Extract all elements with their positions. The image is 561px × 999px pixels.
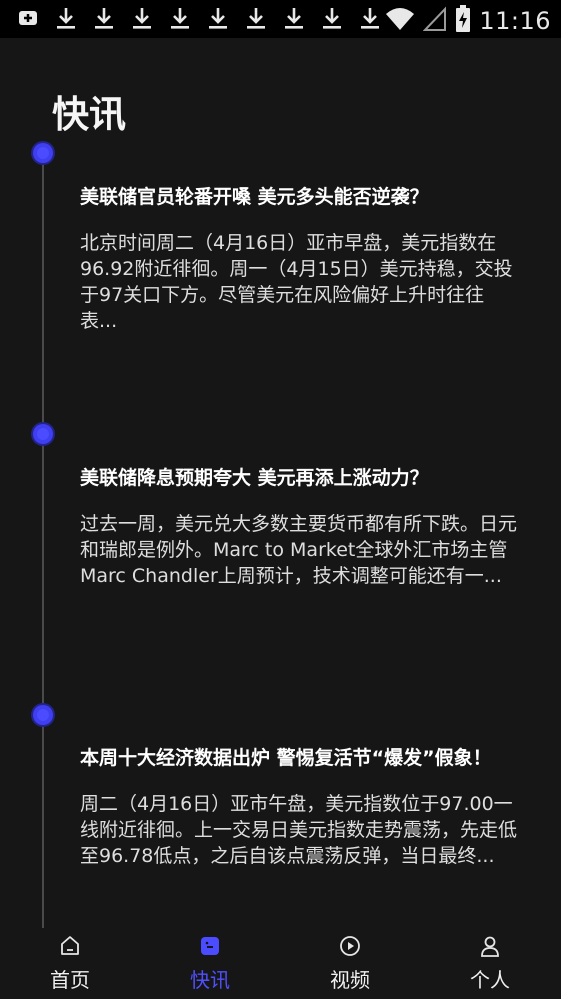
news-title[interactable]: 美联储降息预期夸大 美元再添上涨动力？ [80,465,520,491]
download-icon [92,6,116,30]
battery-charging-icon [455,5,471,37]
download-icon [168,6,192,30]
download-icon [130,6,154,30]
download-icon [320,6,344,30]
nav-label: 视频 [330,968,370,992]
wifi-icon [385,6,415,36]
nav-item-home[interactable]: 首页 [0,928,140,999]
news-item[interactable]: 本周十大经济数据出炉 警惕复活节“爆发”假象！ 周二（4月16日）亚市午盘，美元… [80,745,520,869]
news-summary: 北京时间周二（4月16日）亚市早盘，美元指数在96.92附近徘徊。周一（4月15… [80,232,513,332]
news-summary: 周二（4月16日）亚市午盘，美元指数位于97.00一线附近徘徊。上一交易日美元指… [80,793,518,867]
timeline-dot [33,705,53,725]
status-bar: 11:16 [0,0,561,38]
clock: 11:16 [479,7,551,35]
download-icon [282,6,306,30]
nav-label: 首页 [50,968,90,992]
nav-item-video[interactable]: 视频 [280,928,420,999]
download-icon [358,6,382,30]
download-icon [206,6,230,30]
play-icon [338,934,362,958]
nav-label: 个人 [470,968,510,992]
news-summary: 过去一周，美元兑大多数主要货币都有所下跌。日元和瑞郎是例外。Marc to Ma… [80,513,518,587]
news-item[interactable]: 美联储官员轮番开嗓 美元多头能否逆袭？ 北京时间周二（4月16日）亚市早盘，美元… [80,184,520,334]
bottom-nav: 首页 快讯 视频 个人 [0,928,561,999]
timeline-dot [33,143,53,163]
person-icon [478,934,502,958]
nav-label: 快讯 [190,968,230,992]
news-item[interactable]: 美联储降息预期夸大 美元再添上涨动力？ 过去一周，美元兑大多数主要货币都有所下跌… [80,465,520,589]
news-title[interactable]: 本周十大经济数据出炉 警惕复活节“爆发”假象！ [80,745,520,771]
timeline-line [42,160,44,935]
notification-icons [16,6,382,30]
usb-debug-icon [16,6,40,30]
nav-item-profile[interactable]: 个人 [420,928,560,999]
system-icons: 11:16 [385,5,551,37]
download-icon [244,6,268,30]
download-icon [54,6,78,30]
news-icon [198,934,222,958]
page-title: 快讯 [52,93,126,136]
news-title[interactable]: 美联储官员轮番开嗓 美元多头能否逆袭？ [80,184,520,210]
timeline-dot [33,424,53,444]
home-icon [58,934,82,958]
cell-signal-icon [422,6,447,36]
nav-item-news[interactable]: 快讯 [140,928,280,999]
